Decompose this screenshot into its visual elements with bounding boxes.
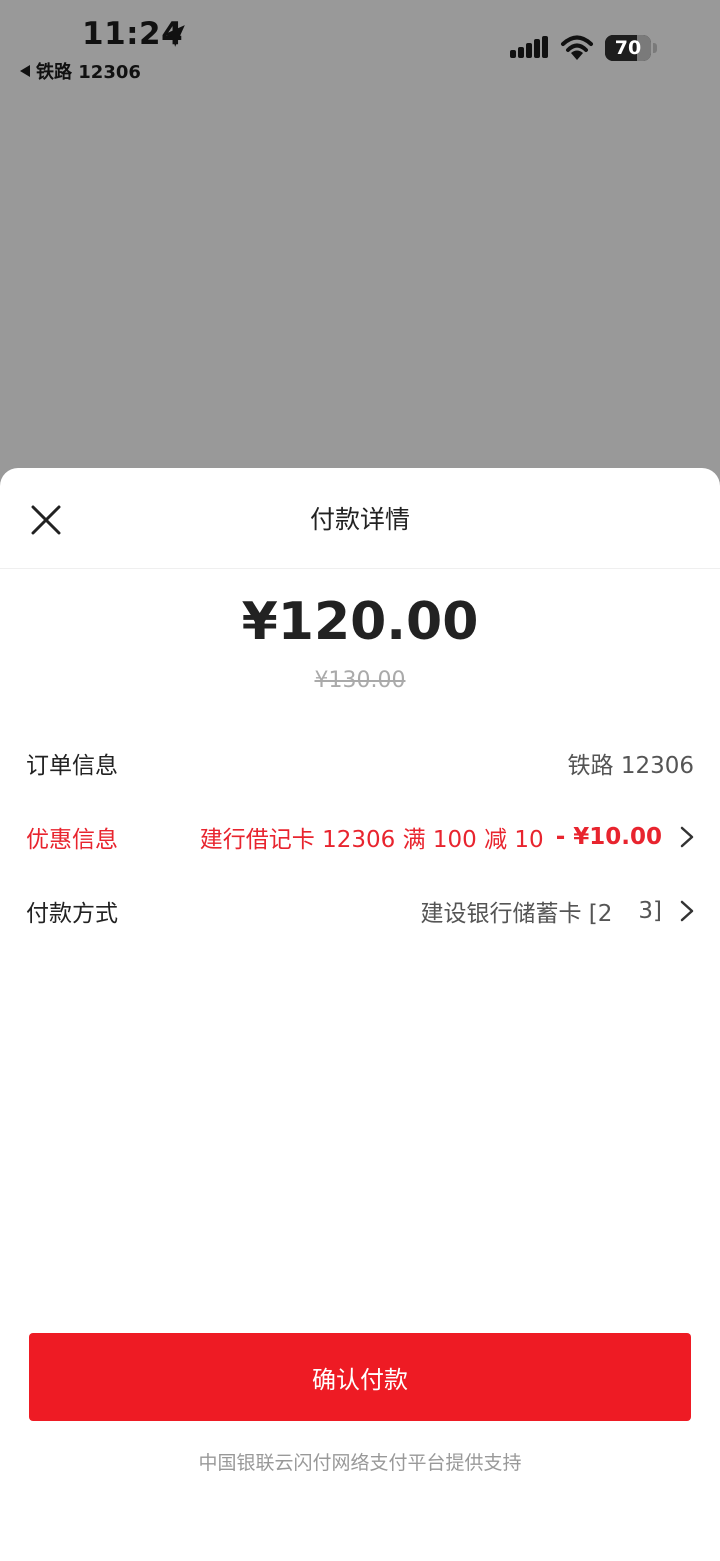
- promo-info-label: 优惠信息: [26, 827, 118, 853]
- sheet-title: 付款详情: [309, 505, 410, 534]
- battery-indicator: 70: [605, 35, 651, 61]
- payment-method-label: 付款方式: [26, 901, 118, 927]
- promo-info-value: 建行借记卡 12306 满 100 减 10 - ¥10.00: [200, 820, 694, 854]
- payment-method-value: 建设银行储蓄卡 [2 3]: [420, 894, 694, 928]
- status-bar: 11:24 铁路 12306 70: [0, 0, 720, 90]
- payment-card-suffix: 3]: [638, 898, 662, 924]
- payment-method-row[interactable]: 付款方式 建设银行储蓄卡 [2 3]: [0, 884, 720, 934]
- back-arrow-icon: [20, 65, 30, 77]
- footer-note: 中国银联云闪付网络支付平台提供支持: [198, 1452, 522, 1474]
- battery-percent: 70: [614, 37, 642, 59]
- cellular-signal-icon: [510, 36, 548, 58]
- order-info-value: 铁路 12306: [567, 753, 694, 779]
- confirm-payment-button[interactable]: 确认付款: [29, 1333, 691, 1421]
- back-app-label: 铁路 12306: [36, 62, 141, 83]
- payment-card-prefix: 建设银行储蓄卡 [2: [420, 901, 613, 927]
- payment-sheet: 付款详情 ¥120.00 ¥130.00 订单信息 铁路 12306 优惠信息 …: [0, 468, 720, 1561]
- payment-amount: ¥120.00: [241, 592, 479, 652]
- chevron-right-icon: [680, 900, 694, 922]
- order-info-row: 订单信息 铁路 12306: [0, 736, 720, 786]
- back-to-app-link[interactable]: 铁路 12306: [20, 58, 141, 84]
- location-arrow-icon: [163, 25, 185, 47]
- sheet-header: 付款详情: [0, 468, 720, 569]
- promo-description: 建行借记卡 12306 满 100 减 10: [199, 827, 544, 853]
- original-amount: ¥130.00: [314, 668, 406, 693]
- promo-info-row[interactable]: 优惠信息 建行借记卡 12306 满 100 减 10 - ¥10.00: [0, 810, 720, 860]
- promo-amount: - ¥10.00: [555, 824, 662, 850]
- order-info-label: 订单信息: [26, 753, 118, 779]
- battery-tip: [653, 43, 657, 53]
- wifi-icon: [561, 35, 593, 60]
- chevron-right-icon: [680, 826, 694, 848]
